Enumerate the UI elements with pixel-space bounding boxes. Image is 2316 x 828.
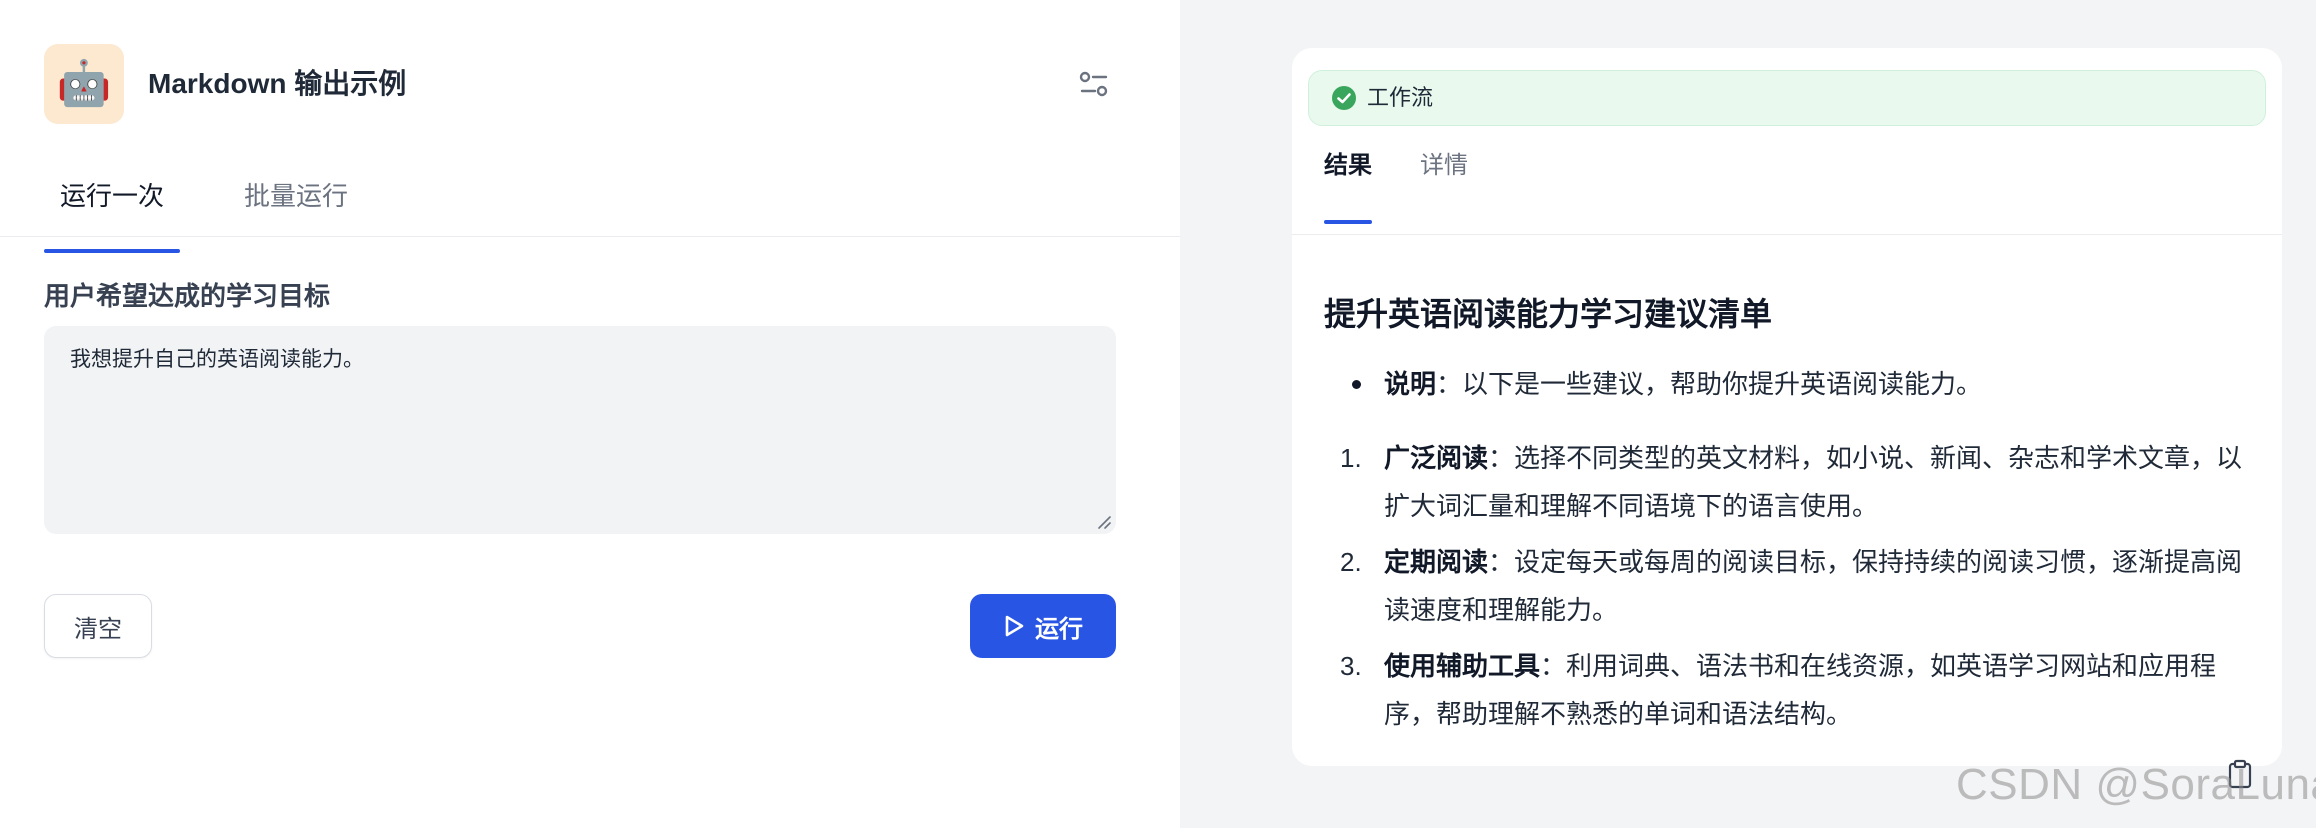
app-icon: 🤖 — [44, 44, 124, 124]
run-button[interactable]: 运行 — [970, 594, 1116, 658]
markdown-ordered-list: 1. 广泛阅读：选择不同类型的英文材料，如小说、新闻、杂志和学术文章，以扩大词汇量… — [1324, 434, 2260, 738]
result-card: 工作流 结果 详情 提升英语阅读能力学习建议清单 说明：以下是一些建议，帮助你提… — [1292, 48, 2282, 766]
tab-run-once[interactable]: 运行一次 — [44, 176, 181, 253]
settings-button[interactable] — [1074, 64, 1114, 104]
list-item: 3. 使用辅助工具：利用词典、语法书和在线资源，如英语学习网站和应用程序，帮助理解… — [1324, 642, 2260, 738]
workflow-label: 工作流 — [1367, 85, 1434, 110]
sliders-icon — [1079, 71, 1108, 97]
markdown-heading: 提升英语阅读能力学习建议清单 — [1324, 296, 1773, 332]
item-strong: 使用辅助工具 — [1384, 651, 1541, 681]
item-number: 2. — [1340, 547, 1362, 577]
item-strong: 定期阅读 — [1384, 547, 1489, 577]
result-tabs-divider — [1292, 234, 2282, 235]
robot-emoji-icon: 🤖 — [56, 59, 112, 108]
resize-grip-icon[interactable] — [1096, 514, 1112, 530]
markdown-bullet-list: 说明：以下是一些建议，帮助你提升英语阅读能力。 — [1324, 360, 2260, 408]
goal-textarea[interactable]: 我想提升自己的英语阅读能力。 — [44, 326, 1116, 534]
clear-button[interactable]: 清空 — [44, 594, 152, 658]
item-strong: 广泛阅读 — [1384, 443, 1489, 473]
play-icon — [1005, 615, 1024, 637]
tabs-divider — [0, 236, 1180, 237]
tab-result[interactable]: 结果 — [1324, 148, 1372, 224]
bullet-text: ：以下是一些建议，帮助你提升英语阅读能力。 — [1436, 369, 1983, 399]
item-number: 3. — [1340, 651, 1362, 681]
item-text: ：设定每天或每周的阅读目标，保持持续的阅读习惯，逐渐提高阅读速度和理解能力。 — [1384, 547, 2243, 625]
markdown-output: 提升英语阅读能力学习建议清单 说明：以下是一些建议，帮助你提升英语阅读能力。 1… — [1324, 292, 2260, 746]
tab-batch-run[interactable]: 批量运行 — [228, 176, 364, 236]
list-item: 2. 定期阅读：设定每天或每周的阅读目标，保持持续的阅读习惯，逐渐提高阅读速度和理… — [1324, 538, 2260, 634]
watermark: CSDN @SoraLuna — [1956, 760, 2316, 809]
run-mode-tabs: 运行一次 批量运行 — [44, 176, 364, 253]
result-panel: 工作流 结果 详情 提升英语阅读能力学习建议清单 说明：以下是一些建议，帮助你提… — [1180, 0, 2316, 828]
result-tabs: 结果 详情 — [1324, 148, 1468, 224]
check-circle-icon — [1332, 86, 1356, 110]
run-button-label: 运行 — [1035, 615, 1083, 643]
tab-details[interactable]: 详情 — [1420, 148, 1468, 208]
workflow-status-bar[interactable]: 工作流 — [1308, 70, 2266, 126]
list-item: 说明：以下是一些建议，帮助你提升英语阅读能力。 — [1324, 360, 2260, 408]
item-text: ：选择不同类型的英文材料，如小说、新闻、杂志和学术文章，以扩大词汇量和理解不同语… — [1384, 443, 2243, 521]
goal-field-label: 用户希望达成的学习目标 — [44, 281, 331, 311]
item-number: 1. — [1340, 443, 1362, 473]
app-title: Markdown 输出示例 — [148, 68, 407, 99]
bullet-strong: 说明 — [1384, 369, 1437, 399]
app-header: 🤖 Markdown 输出示例 — [44, 44, 1114, 124]
run-panel: 🤖 Markdown 输出示例 运行一次 批量运行 用户希望达成的学习目标 我想… — [0, 0, 1180, 828]
list-item: 1. 广泛阅读：选择不同类型的英文材料，如小说、新闻、杂志和学术文章，以扩大词汇量… — [1324, 434, 2260, 530]
